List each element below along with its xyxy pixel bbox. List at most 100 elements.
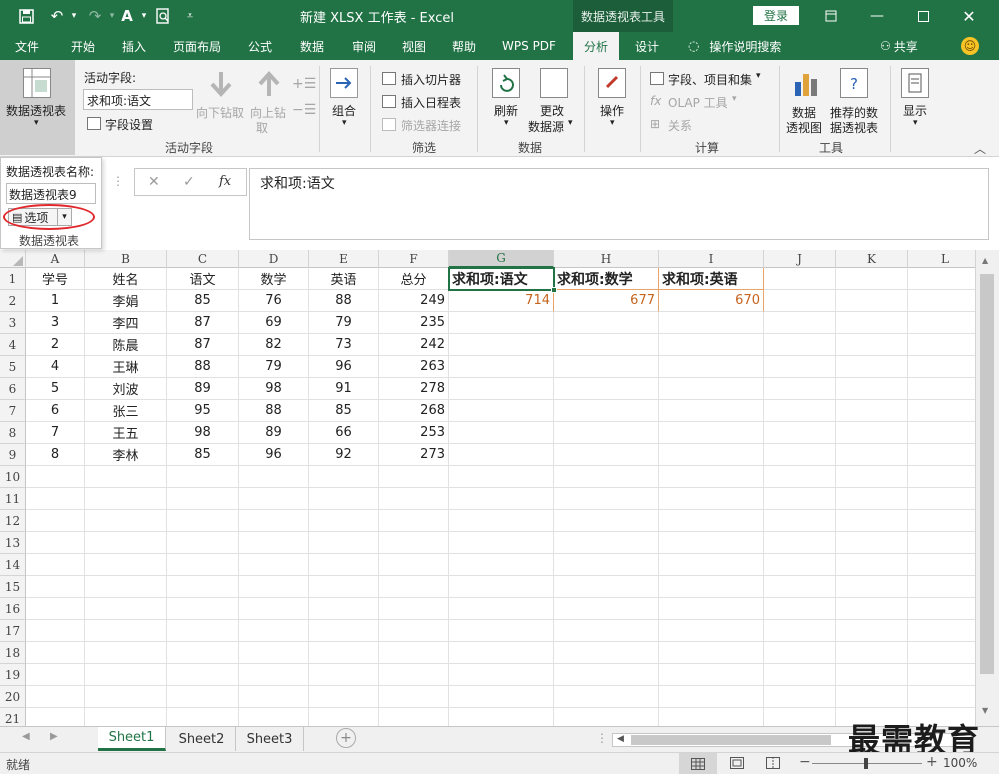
next-sheet-icon[interactable]: ▶ xyxy=(50,731,58,742)
cell[interactable] xyxy=(379,686,449,708)
data-cell[interactable]: 88 xyxy=(309,290,379,312)
pivot-chart-button[interactable]: 数据 透视图 xyxy=(786,66,826,138)
cell[interactable] xyxy=(908,664,975,686)
row-header[interactable]: 7 xyxy=(0,400,26,422)
data-cell[interactable]: 249 xyxy=(379,290,449,312)
cell[interactable] xyxy=(449,444,554,466)
active-field-input[interactable]: 求和项:语文 xyxy=(83,89,193,110)
cell[interactable] xyxy=(449,510,554,532)
cell[interactable] xyxy=(85,664,167,686)
cell[interactable] xyxy=(554,620,659,642)
cell[interactable] xyxy=(449,642,554,664)
cell[interactable] xyxy=(26,532,85,554)
cell[interactable] xyxy=(239,554,309,576)
row-header[interactable]: 10 xyxy=(0,466,26,488)
row-header[interactable]: 16 xyxy=(0,598,26,620)
data-cell[interactable]: 66 xyxy=(309,422,379,444)
collapse-ribbon-icon[interactable]: ︿ xyxy=(974,140,986,157)
cell[interactable] xyxy=(85,686,167,708)
data-cell[interactable]: 刘波 xyxy=(85,378,167,400)
cell[interactable] xyxy=(836,664,908,686)
row-header[interactable]: 18 xyxy=(0,642,26,664)
cell[interactable] xyxy=(764,488,836,510)
cell[interactable] xyxy=(239,466,309,488)
cell[interactable] xyxy=(764,532,836,554)
cell[interactable] xyxy=(309,686,379,708)
cell[interactable] xyxy=(379,466,449,488)
column-header-l[interactable]: L xyxy=(908,250,975,268)
cell[interactable] xyxy=(167,554,239,576)
data-cell[interactable]: 7 xyxy=(26,422,85,444)
data-cell[interactable]: 陈晨 xyxy=(85,334,167,356)
cell[interactable] xyxy=(449,422,554,444)
cell[interactable] xyxy=(379,554,449,576)
cell[interactable] xyxy=(449,400,554,422)
cell[interactable] xyxy=(239,620,309,642)
column-header-e[interactable]: E xyxy=(309,250,379,268)
cell[interactable] xyxy=(449,576,554,598)
cell[interactable] xyxy=(908,268,975,290)
cell[interactable] xyxy=(167,488,239,510)
cell[interactable] xyxy=(85,642,167,664)
data-cell[interactable]: 王琳 xyxy=(85,356,167,378)
cell[interactable] xyxy=(659,488,764,510)
cell[interactable] xyxy=(836,642,908,664)
cell[interactable] xyxy=(764,554,836,576)
column-header-d[interactable]: D xyxy=(239,250,309,268)
cell[interactable] xyxy=(554,444,659,466)
data-cell[interactable]: 6 xyxy=(26,400,85,422)
cell[interactable] xyxy=(449,598,554,620)
cell[interactable] xyxy=(764,422,836,444)
cell[interactable] xyxy=(908,598,975,620)
feedback-smiley-icon[interactable]: ☺ xyxy=(961,37,979,55)
pivot-value-cell[interactable]: 714 xyxy=(449,290,554,312)
cell[interactable] xyxy=(659,312,764,334)
cell[interactable] xyxy=(379,620,449,642)
cell[interactable] xyxy=(659,642,764,664)
cell[interactable] xyxy=(908,488,975,510)
data-cell[interactable]: 3 xyxy=(26,312,85,334)
header-cell[interactable]: 总分 xyxy=(379,268,449,290)
cell[interactable] xyxy=(764,708,836,726)
pivot-header-cell[interactable]: 求和项:语文 xyxy=(449,268,554,290)
cell[interactable] xyxy=(309,620,379,642)
insert-timeline-button[interactable]: 插入日程表 xyxy=(382,93,472,111)
tab-formulas[interactable]: 公式 xyxy=(236,32,284,60)
cell[interactable] xyxy=(764,268,836,290)
undo-dropdown-icon[interactable]: ▾ xyxy=(68,0,80,32)
cell[interactable] xyxy=(659,400,764,422)
cell[interactable] xyxy=(167,686,239,708)
cell[interactable] xyxy=(26,598,85,620)
formula-input[interactable]: 求和项:语文 xyxy=(249,168,989,240)
confirm-formula-icon[interactable]: ✓ xyxy=(183,174,195,190)
data-cell[interactable]: 235 xyxy=(379,312,449,334)
data-cell[interactable]: 268 xyxy=(379,400,449,422)
pivot-table-button[interactable]: 数据透视表 ▾ xyxy=(0,60,75,155)
cell[interactable] xyxy=(26,576,85,598)
cell[interactable] xyxy=(659,532,764,554)
cell[interactable] xyxy=(836,466,908,488)
cell[interactable] xyxy=(836,620,908,642)
cell[interactable] xyxy=(26,642,85,664)
cell[interactable] xyxy=(554,466,659,488)
cell[interactable] xyxy=(379,664,449,686)
cell[interactable] xyxy=(836,268,908,290)
cell[interactable] xyxy=(908,554,975,576)
cell[interactable] xyxy=(659,686,764,708)
cell[interactable] xyxy=(764,334,836,356)
cell[interactable] xyxy=(26,466,85,488)
data-cell[interactable]: 92 xyxy=(309,444,379,466)
cell[interactable] xyxy=(908,334,975,356)
data-cell[interactable]: 76 xyxy=(239,290,309,312)
data-cell[interactable]: 91 xyxy=(309,378,379,400)
data-cell[interactable]: 88 xyxy=(167,356,239,378)
data-cell[interactable]: 李林 xyxy=(85,444,167,466)
page-break-view-icon[interactable] xyxy=(766,757,780,772)
cell[interactable] xyxy=(764,378,836,400)
cell[interactable] xyxy=(449,334,554,356)
cell[interactable] xyxy=(26,488,85,510)
cell[interactable] xyxy=(908,576,975,598)
cell[interactable] xyxy=(449,664,554,686)
header-cell[interactable]: 语文 xyxy=(167,268,239,290)
change-data-source-button[interactable]: 更改 数据源 ▾ xyxy=(528,66,578,138)
